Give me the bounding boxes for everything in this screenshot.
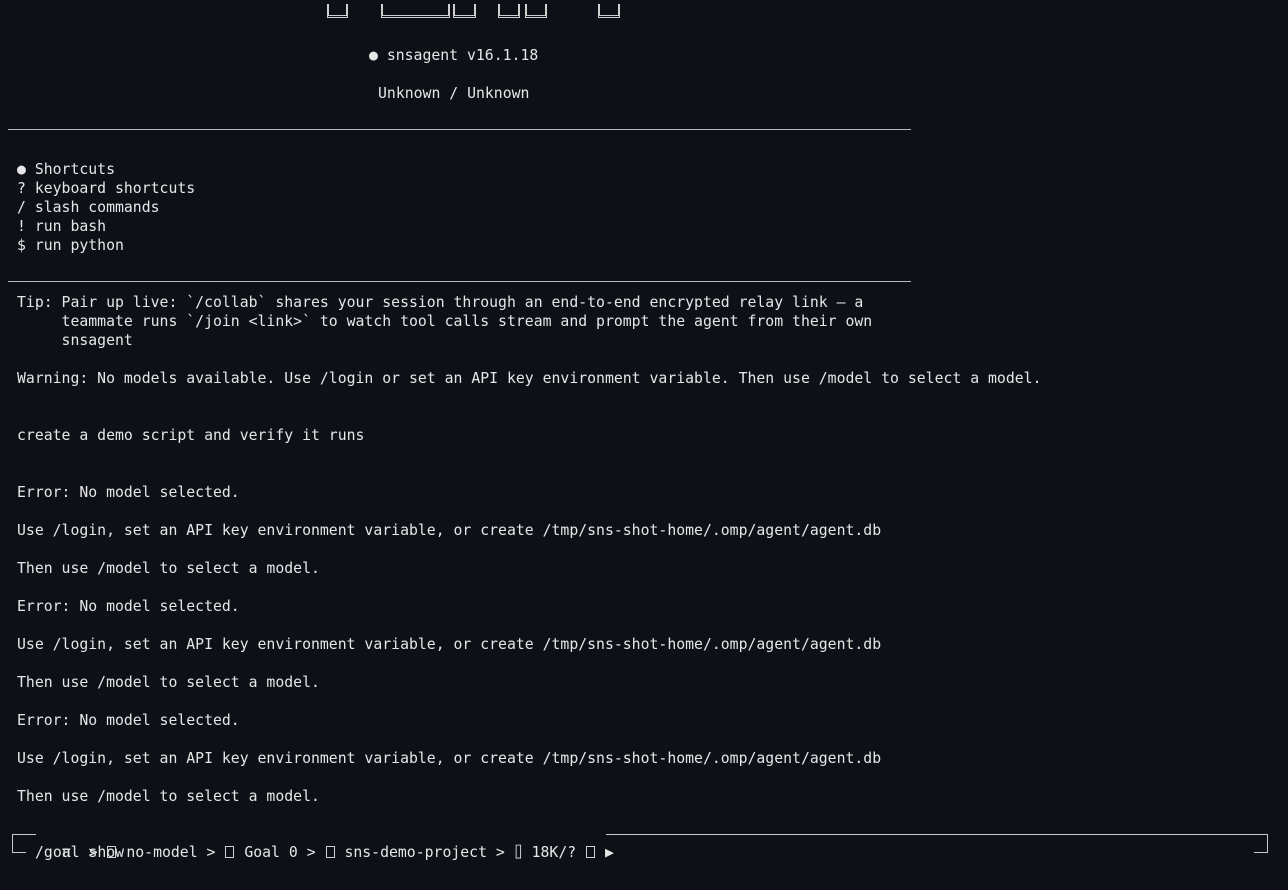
provider-label: Unknown / Unknown [378,85,530,102]
tip-line: teammate runs `/join <link>` to watch to… [17,313,873,330]
prompt-input[interactable]: /goal show [35,843,124,862]
logo-fragment [327,4,348,18]
status-line: π > no-model > Goal 0 > sns-demo-project… [44,824,614,862]
error-hint: Use /login, set an API key environment v… [17,522,882,539]
shortcuts-title: ● Shortcuts [17,161,115,178]
logo-fragment [381,4,450,18]
version-label: ● snsagent v16.1.18 [369,47,539,64]
error-hint: Use /login, set an API key environment v… [17,750,882,767]
logo-fragment [598,4,620,18]
error-message: Error: No model selected. [17,484,240,501]
tip-line: snsagent [17,332,133,349]
error-then: Then use /model to select a model. [17,674,320,691]
folder-icon [325,846,335,858]
context-icon: ⌷ [513,844,523,861]
play-icon: ▶ [605,844,614,861]
logo-fragment [498,4,520,18]
box-border [606,834,1258,835]
error-message: Error: No model selected. [17,712,240,729]
tip-line: Tip: Pair up live: `/collab` shares your… [17,294,864,311]
separator: > [306,844,316,861]
gauge-icon [586,846,596,858]
goal-label[interactable]: Goal 0 [244,844,297,861]
logo-fragment [525,4,547,18]
target-icon [225,846,235,858]
logo-fragment [453,4,476,18]
separator: > [495,844,505,861]
box-corner [1254,843,1268,853]
divider [8,129,911,130]
error-then: Then use /model to select a model. [17,788,320,805]
shortcut-python: $ run python [17,237,124,254]
shortcut-slash: / slash commands [17,199,160,216]
divider [8,281,911,282]
model-name[interactable]: no-model [126,844,197,861]
user-prompt: create a demo script and verify it runs [17,427,365,444]
token-usage: 18K/? [531,844,577,861]
project-name[interactable]: sns-demo-project [344,844,487,861]
warning-message: Warning: No models available. Use /login… [17,370,1042,387]
error-message: Error: No model selected. [17,598,240,615]
error-then: Then use /model to select a model. [17,560,320,577]
box-corner [12,843,26,853]
shortcut-bash: ! run bash [17,218,107,235]
error-hint: Use /login, set an API key environment v… [17,636,882,653]
shortcut-keyboard: ? keyboard shortcuts [17,180,196,197]
